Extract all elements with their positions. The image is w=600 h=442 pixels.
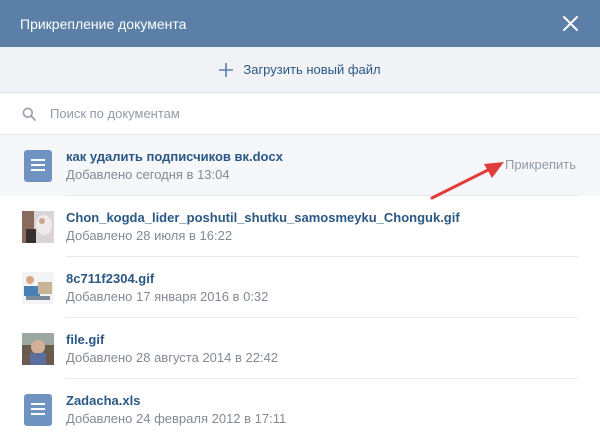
document-name[interactable]: file.gif — [66, 331, 278, 348]
document-info: как удалить подписчиков вк.docx Добавлен… — [66, 148, 283, 183]
document-info: Zadacha.xls Добавлено 24 февраля 2012 в … — [66, 392, 286, 427]
document-name[interactable]: Zadacha.xls — [66, 392, 286, 409]
gif-thumbnail-icon — [22, 210, 54, 243]
document-date: Добавлено 24 февраля 2012 в 17:11 — [66, 411, 287, 426]
document-date: Добавлено сегодня в 13:04 — [66, 167, 230, 182]
document-name[interactable]: 8c711f2304.gif — [66, 270, 268, 287]
document-info: Chon_kogda_lider_poshutil_shutku_samosme… — [66, 209, 460, 244]
close-icon[interactable] — [561, 14, 580, 33]
gif-thumbnail-icon — [22, 271, 54, 304]
gif-thumbnail-icon — [22, 332, 54, 365]
search-icon — [22, 107, 36, 121]
document-name[interactable]: Chon_kogda_lider_poshutil_shutku_samosme… — [66, 209, 460, 226]
upload-label: Загрузить новый файл — [243, 62, 381, 77]
document-icon — [24, 393, 52, 426]
document-info: file.gif Добавлено 28 августа 2014 в 22:… — [66, 331, 278, 366]
document-list: как удалить подписчиков вк.docx Добавлен… — [0, 135, 600, 440]
plus-icon — [219, 62, 234, 77]
modal-title: Прикрепление документа — [20, 15, 187, 32]
document-row[interactable]: Chon_kogda_lider_poshutil_shutku_samosme… — [0, 196, 600, 257]
document-date: Добавлено 28 июля в 16:22 — [66, 228, 233, 243]
modal-header: Прикрепление документа — [0, 0, 600, 47]
search-bar — [0, 93, 600, 135]
document-row[interactable]: как удалить подписчиков вк.docx Добавлен… — [0, 135, 600, 196]
document-row[interactable]: 8c711f2304.gif Добавлено 17 января 2016 … — [0, 257, 600, 318]
document-info: 8c711f2304.gif Добавлено 17 января 2016 … — [66, 270, 268, 305]
document-date: Добавлено 28 августа 2014 в 22:42 — [66, 350, 279, 365]
search-input[interactable] — [50, 106, 550, 121]
attach-document-modal: Прикрепление документа Загрузить новый ф… — [0, 0, 600, 442]
document-row[interactable]: Zadacha.xls Добавлено 24 февраля 2012 в … — [0, 379, 600, 440]
document-date: Добавлено 17 января 2016 в 0:32 — [66, 289, 269, 304]
upload-new-file-button[interactable]: Загрузить новый файл — [0, 47, 600, 93]
attach-button[interactable]: Прикрепить — [505, 157, 576, 172]
document-row[interactable]: file.gif Добавлено 28 августа 2014 в 22:… — [0, 318, 600, 379]
document-icon — [24, 149, 52, 182]
document-name[interactable]: как удалить подписчиков вк.docx — [66, 148, 283, 165]
